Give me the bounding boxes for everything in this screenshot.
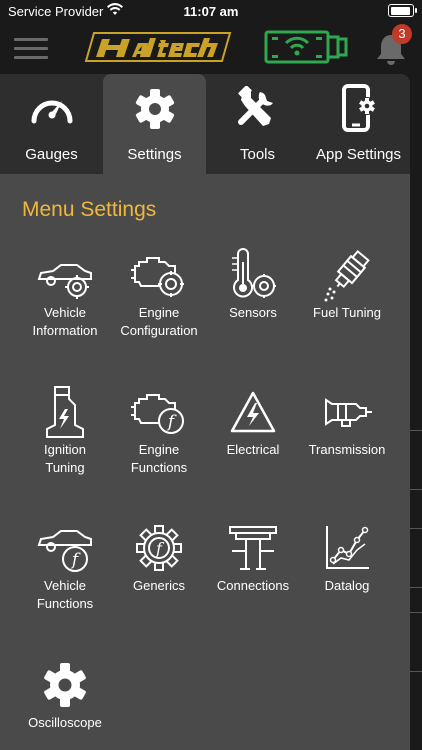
datalog-chart-icon	[326, 526, 369, 569]
tab-gauges[interactable]: Gauges	[0, 74, 103, 174]
status-bar: Service Provider 11:07 am	[0, 0, 422, 24]
menu-item-label: Information	[32, 323, 98, 338]
tab-settings[interactable]: Settings	[103, 74, 206, 174]
menu-item-label: Datalog	[324, 578, 370, 593]
phone-gear-icon	[341, 84, 376, 132]
menu-item-electrical[interactable]: Electrical	[206, 383, 300, 459]
menu-item-engine-configuration[interactable]: Engine Configuration	[112, 246, 206, 340]
menu-item-fuel-tuning[interactable]: Fuel Tuning	[300, 246, 394, 322]
tab-label: App Settings	[315, 146, 402, 163]
connections-icon	[229, 526, 277, 570]
gauge-icon	[31, 100, 72, 124]
menu-item-vehicle-functions[interactable]: f Vehicle Functions	[18, 519, 112, 613]
gear-function-icon: f	[136, 525, 182, 571]
tools-icon	[237, 86, 273, 126]
menu-item-label: Tuning	[45, 460, 85, 475]
menu-item-transmission[interactable]: Transmission	[300, 383, 394, 459]
menu-item-label: Engine	[138, 442, 180, 457]
tab-tools[interactable]: Tools	[206, 74, 309, 174]
tab-label: Settings	[127, 146, 182, 163]
menu-item-connections[interactable]: Connections	[206, 519, 300, 595]
thermometer-gear-icon	[232, 248, 276, 298]
clock: 11:07 am	[183, 4, 239, 19]
car-gear-icon	[37, 264, 92, 299]
transmission-icon	[325, 398, 372, 427]
menu-item-label: Ignition	[44, 442, 86, 457]
menu-item-label: Engine	[138, 305, 180, 320]
menu-item-label: Configuration	[120, 323, 198, 338]
car-function-icon: f	[37, 530, 92, 572]
menu-item-oscilloscope[interactable]: Oscilloscope	[18, 656, 112, 732]
menu-tabs: Gauges Settings Tools App Settings	[0, 74, 410, 174]
menu-item-label: Connections	[216, 578, 290, 593]
tab-label: Gauges	[25, 146, 78, 163]
high-voltage-icon	[230, 391, 276, 433]
notification-badge: 3	[392, 24, 412, 44]
menu-item-datalog[interactable]: Datalog	[300, 519, 394, 595]
menu-item-generics[interactable]: f Generics	[112, 519, 206, 595]
menu-item-vehicle-information[interactable]: Vehicle Information	[18, 246, 112, 340]
menu-item-label: Generics	[132, 578, 186, 593]
background-panel	[408, 430, 422, 490]
menu-item-sensors[interactable]: Sensors	[206, 246, 300, 322]
menu-item-label: Vehicle	[44, 305, 86, 320]
hamburger-icon[interactable]	[14, 38, 48, 60]
side-menu: Gauges Settings Tools App Settings Menu …	[0, 74, 410, 750]
wifi-device-icon[interactable]	[262, 29, 352, 67]
ignition-coil-icon	[46, 386, 84, 438]
battery-icon	[388, 4, 417, 17]
fuel-injector-icon	[324, 249, 370, 302]
menu-item-label: Electrical	[226, 442, 280, 457]
menu-item-label: Functions	[36, 596, 94, 611]
menu-item-label: Functions	[130, 460, 188, 475]
menu-item-engine-functions[interactable]: f Engine Functions	[112, 383, 206, 477]
oscilloscope-gear-icon	[44, 663, 86, 707]
engine-gear-icon	[131, 257, 184, 297]
menu-item-label: Transmission	[308, 442, 386, 457]
app-header: 3	[0, 24, 422, 74]
gear-icon	[135, 89, 174, 129]
menu-item-label: Oscilloscope	[28, 715, 102, 730]
haltech-logo	[84, 32, 232, 62]
background-panel	[408, 528, 422, 588]
menu-item-label: Sensors	[229, 305, 277, 320]
menu-title: Menu Settings	[22, 198, 157, 221]
background-panel	[408, 612, 422, 672]
tab-app-settings[interactable]: App Settings	[307, 74, 410, 174]
menu-item-label: Fuel Tuning	[313, 305, 381, 320]
menu-item-ignition-tuning[interactable]: Ignition Tuning	[18, 383, 112, 477]
tab-label: Tools	[239, 146, 276, 163]
engine-function-icon: f	[131, 394, 184, 434]
menu-item-label: Vehicle	[44, 578, 86, 593]
